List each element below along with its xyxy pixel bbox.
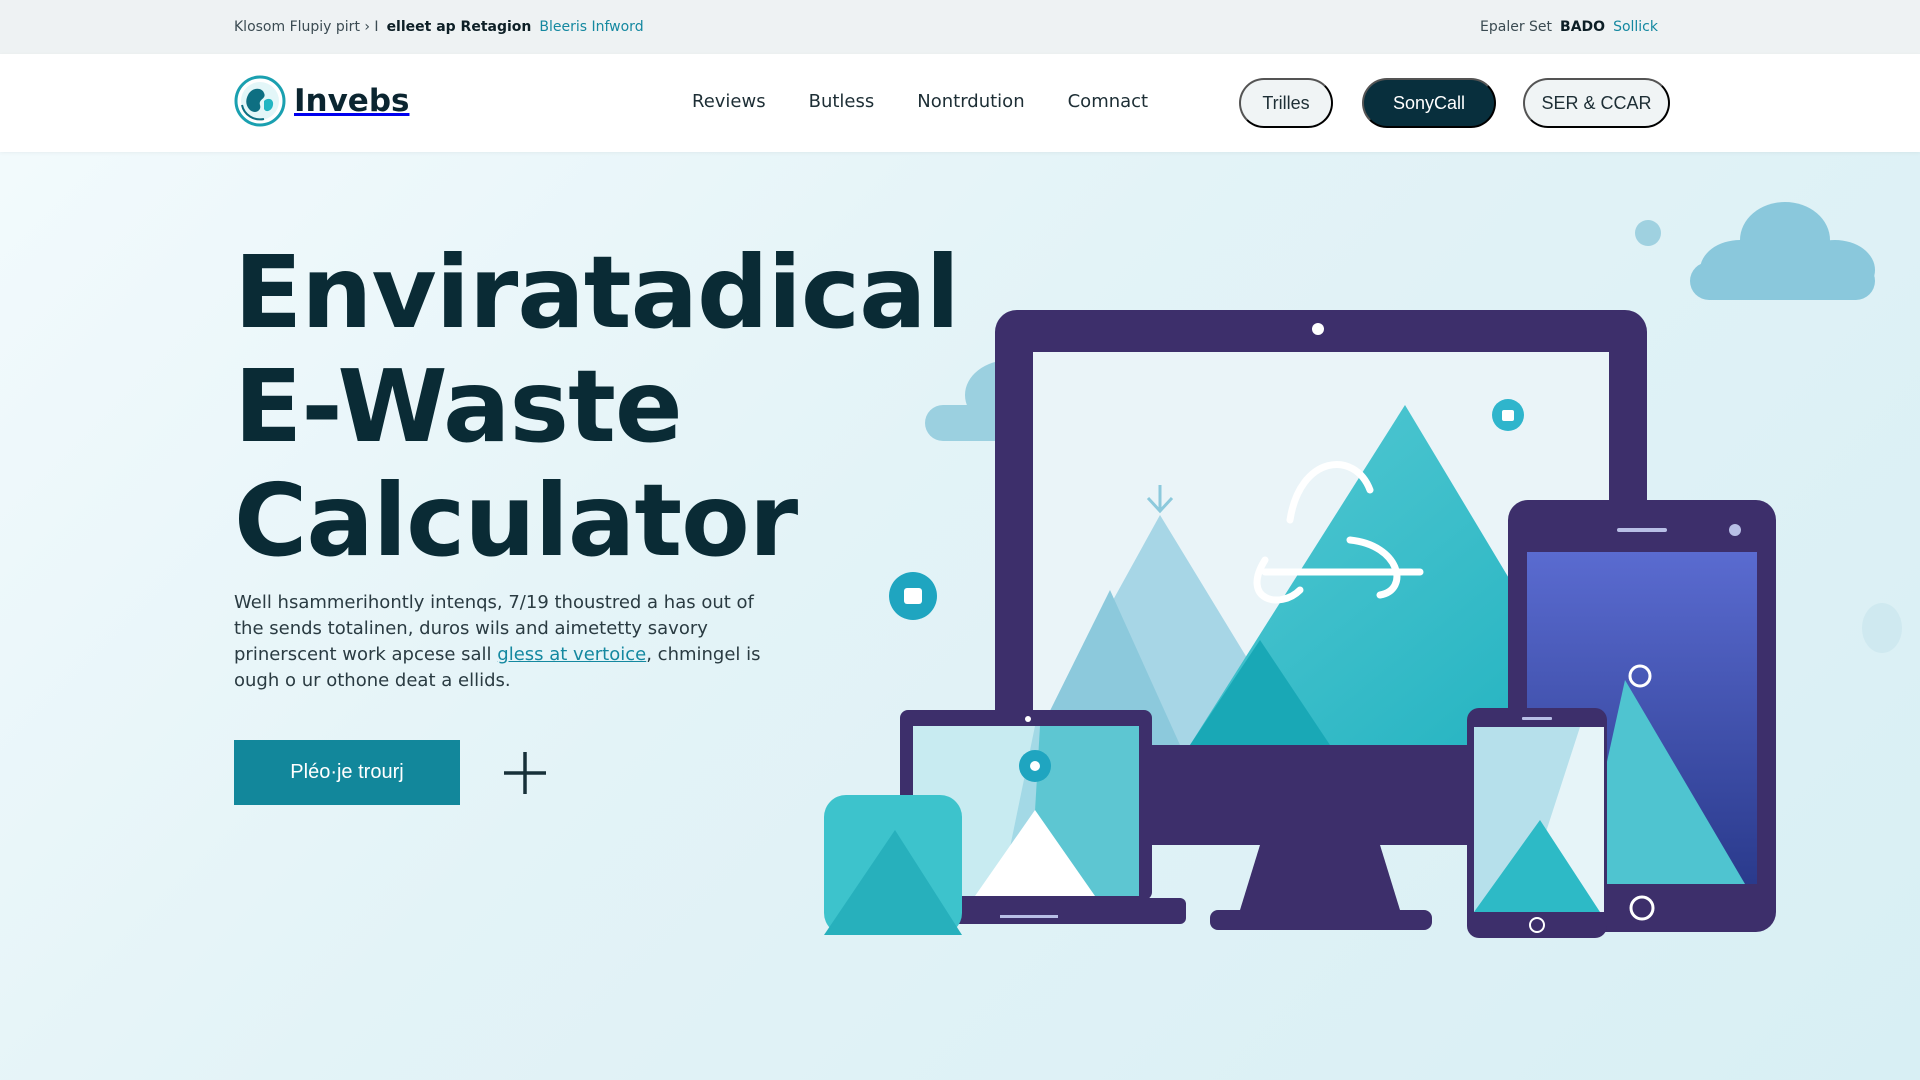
hero-desc-link[interactable]: gless at vertoice <box>497 644 646 665</box>
shopping-bag-icon-left <box>904 588 922 604</box>
hero-cta-button[interactable]: Pléo·je trourj <box>234 740 460 805</box>
nav-item-butless[interactable]: Butless <box>809 91 875 112</box>
utility-right: Epaler Set BADO Sollick <box>1480 19 1658 35</box>
brand-logo[interactable]: Invebs <box>234 75 409 127</box>
sonycall-button[interactable]: SonyCall <box>1362 78 1496 128</box>
shopping-bag-icon <box>1502 410 1514 421</box>
hero-title-line-1: Enviratadical <box>234 234 960 351</box>
utility-region: elleet ap Retagion <box>386 19 532 35</box>
site-header: Invebs Reviews Butless Nontrdution Comna… <box>0 54 1920 152</box>
utility-link-left[interactable]: Bleeris Infword <box>539 19 643 35</box>
cloud-top-right <box>1690 202 1875 300</box>
hero-title-line-2: E-Waste <box>234 348 683 465</box>
ser-ccar-button[interactable]: SER & CCAR <box>1523 78 1670 128</box>
bubble-top <box>1635 220 1661 246</box>
hero-title: Enviratadical E-Waste Calculator <box>234 234 960 579</box>
utility-label: Epaler Set <box>1480 19 1553 35</box>
utility-left: Klosom Flupiy pirt › I elleet ap Retagio… <box>234 19 644 35</box>
hero-title-line-3: Calculator <box>234 462 798 579</box>
utility-bar: Klosom Flupiy pirt › I elleet ap Retagio… <box>0 0 1920 54</box>
brand-name: Invebs <box>294 83 410 119</box>
teal-tile <box>824 795 962 935</box>
hero-description: Well hsammerihontly intenqs, 7/19 thoust… <box>234 590 774 694</box>
globe-leaf-icon <box>234 75 286 127</box>
phone <box>1467 708 1607 938</box>
utility-breadcrumb: Klosom Flupiy pirt › I <box>234 19 379 35</box>
trilles-button[interactable]: Trilles <box>1239 78 1333 128</box>
plus-icon[interactable] <box>500 748 550 798</box>
nav-item-comnact[interactable]: Comnact <box>1068 91 1149 112</box>
nav-item-reviews[interactable]: Reviews <box>692 91 766 112</box>
bubble-right <box>1862 603 1902 653</box>
nav-item-nontrdution[interactable]: Nontrdution <box>917 91 1024 112</box>
utility-code: BADO <box>1560 19 1606 35</box>
main-nav: Reviews Butless Nontrdution Comnact <box>692 91 1148 112</box>
utility-link-right[interactable]: Sollick <box>1613 19 1658 35</box>
